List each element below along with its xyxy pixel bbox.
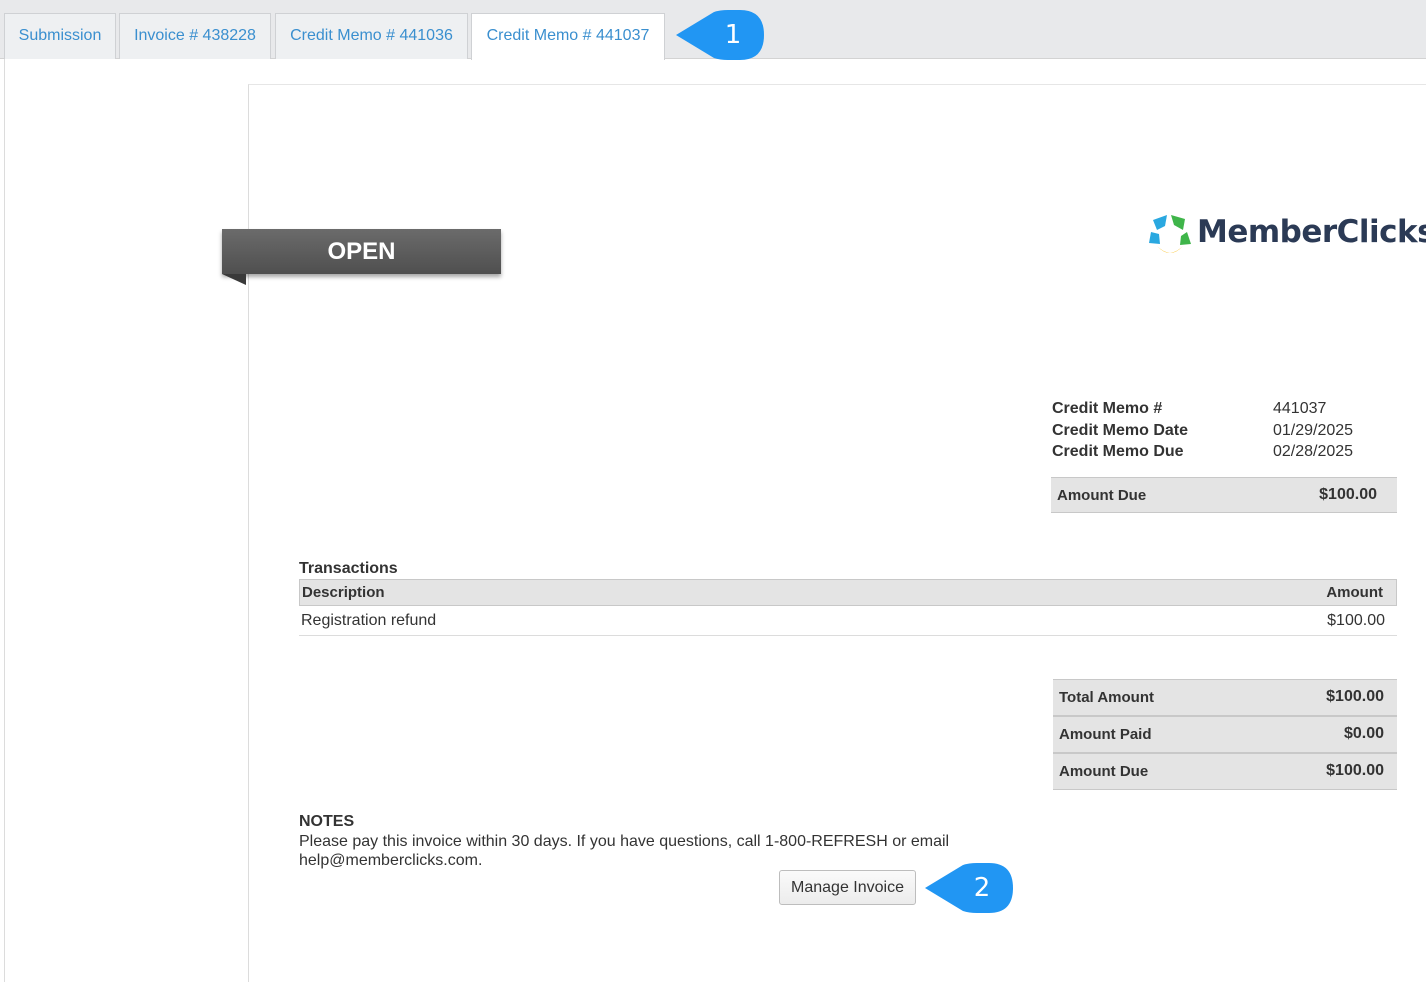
step-callout-1: 1	[676, 10, 764, 60]
meta-row: Credit Memo # 441037	[1052, 400, 1397, 422]
logo-text: MemberClicks	[1197, 214, 1426, 250]
manage-invoice-button[interactable]: Manage Invoice	[779, 870, 916, 905]
table-row: Registration refund $100.00	[299, 606, 1397, 636]
transaction-amount: $100.00	[1327, 612, 1385, 629]
totals-value: $100.00	[1326, 762, 1384, 779]
totals-table: Total Amount $100.00 Amount Paid $0.00 A…	[1053, 679, 1397, 790]
meta-label: Credit Memo Due	[1052, 443, 1184, 460]
meta-value: 441037	[1273, 400, 1327, 417]
transaction-description: Registration refund	[301, 612, 437, 629]
memberclicks-logo: MemberClicks	[1147, 210, 1426, 260]
notes-title: NOTES	[299, 813, 355, 830]
totals-row: Amount Due $100.00	[1053, 753, 1397, 790]
status-ribbon: OPEN	[222, 229, 501, 274]
amount-due-label: Amount Due	[1057, 487, 1147, 504]
credit-memo-meta: Credit Memo # 441037 Credit Memo Date 01…	[1052, 400, 1397, 465]
ribbon-fold	[222, 274, 246, 285]
amount-due-value: $100.00	[1319, 486, 1377, 503]
meta-label: Credit Memo #	[1052, 400, 1163, 417]
totals-row: Amount Paid $0.00	[1053, 716, 1397, 753]
meta-value: 01/29/2025	[1273, 421, 1354, 439]
tab-credit-memo-441036[interactable]: Credit Memo # 441036	[275, 13, 468, 59]
tab-invoice-438228[interactable]: Invoice # 438228	[119, 13, 271, 59]
transactions-header: Description Amount	[299, 579, 1397, 606]
meta-label: Credit Memo Date	[1052, 421, 1189, 439]
transactions-title: Transactions	[299, 560, 398, 577]
totals-label: Total Amount	[1059, 689, 1154, 706]
amount-due-summary: Amount Due $100.00	[1051, 477, 1397, 513]
totals-value: $0.00	[1343, 725, 1384, 742]
tab-credit-memo-441037[interactable]: Credit Memo # 441037	[471, 13, 665, 60]
totals-label: Amount Due	[1059, 763, 1149, 780]
column-header-amount: Amount	[1326, 584, 1383, 601]
step-callout-2: 2	[925, 863, 1013, 913]
meta-row: Credit Memo Date 01/29/2025	[1052, 422, 1397, 444]
memberclicks-logo-icon	[1149, 215, 1191, 253]
notes-text: Please pay this invoice within 30 days. …	[299, 833, 950, 869]
meta-value: 02/28/2025	[1273, 443, 1354, 460]
totals-row: Total Amount $100.00	[1053, 679, 1397, 716]
left-divider	[4, 59, 5, 982]
column-header-description: Description	[302, 584, 385, 601]
callout-number: 1	[724, 20, 742, 50]
totals-value: $100.00	[1326, 688, 1384, 705]
callout-number: 2	[973, 873, 991, 903]
tab-submission[interactable]: Submission	[4, 13, 116, 59]
meta-row: Credit Memo Due 02/28/2025	[1052, 443, 1397, 465]
totals-label: Amount Paid	[1059, 726, 1152, 743]
